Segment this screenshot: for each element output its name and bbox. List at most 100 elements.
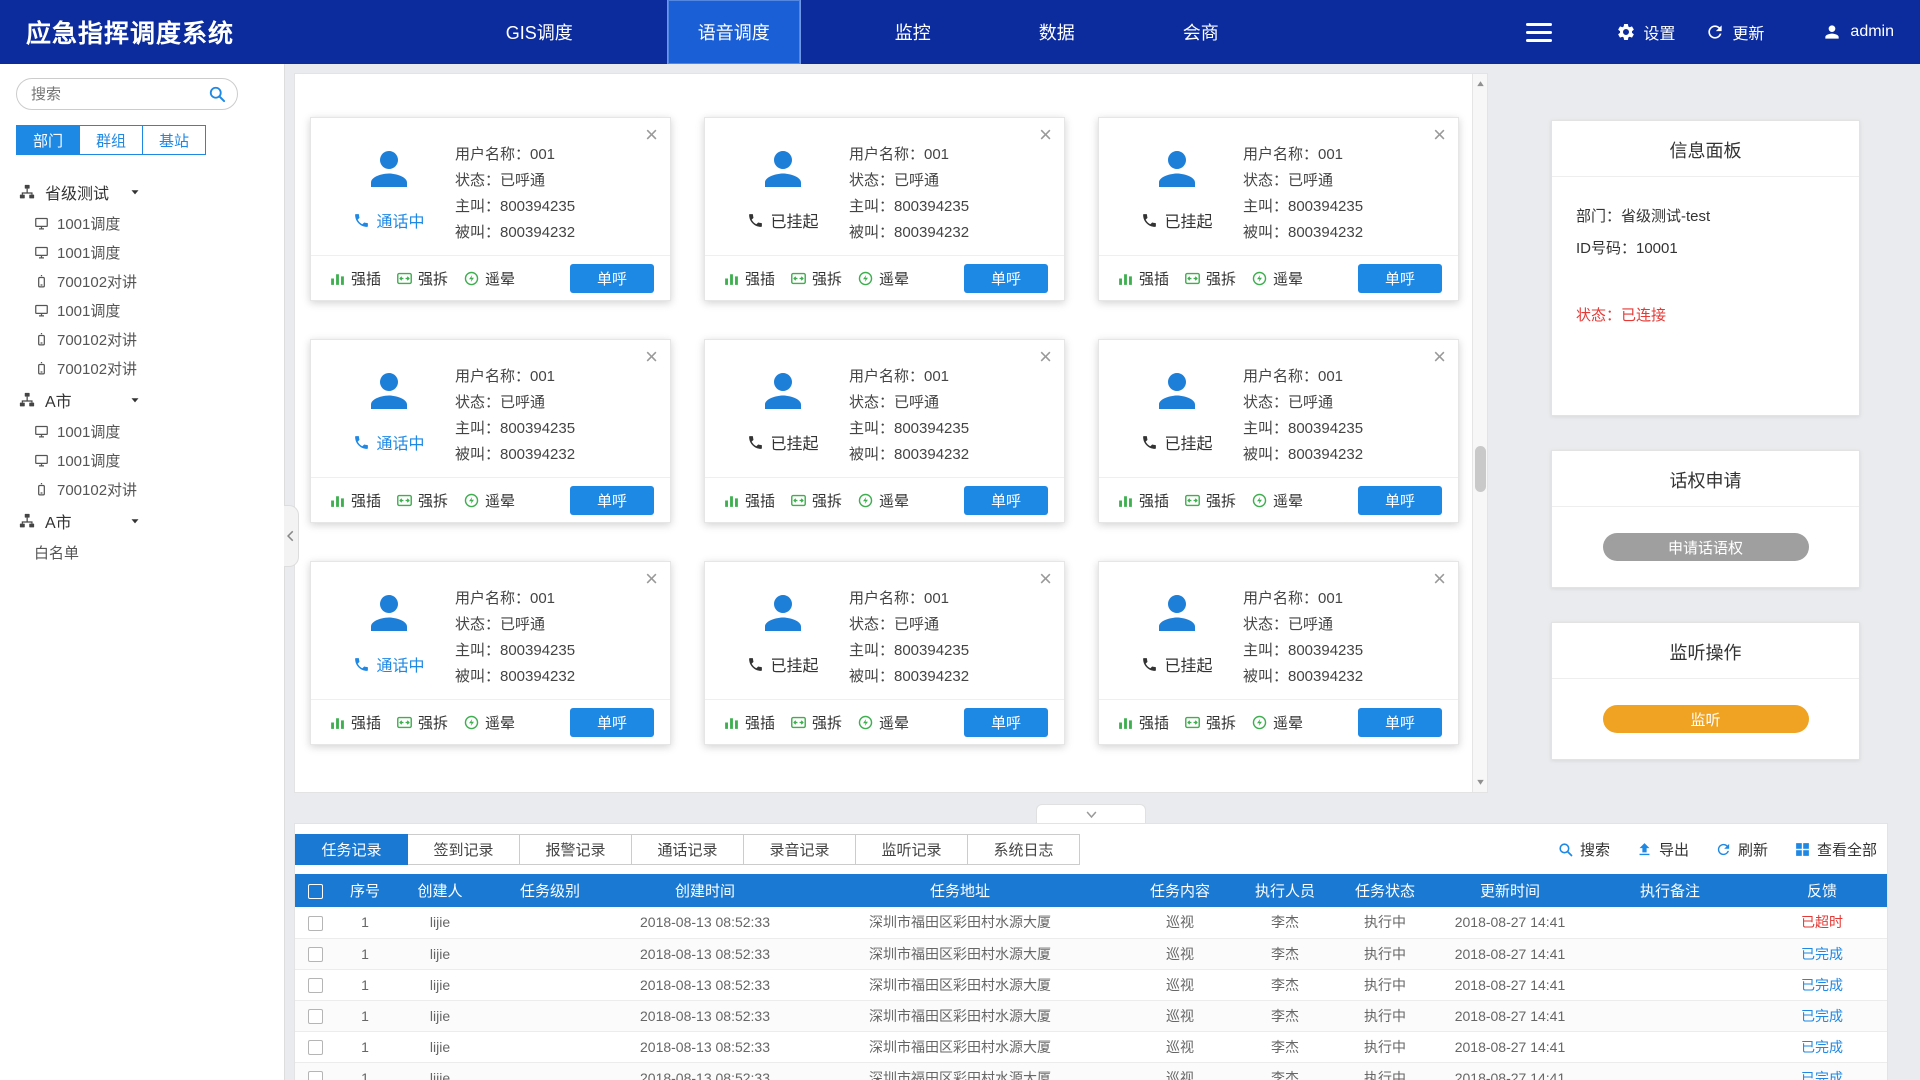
nav-item-数据[interactable]: 数据 (1025, 0, 1089, 64)
remote-stun-button[interactable]: 遥晕 (463, 712, 515, 733)
single-call-button[interactable]: 单呼 (570, 486, 654, 515)
request-floor-button[interactable]: 申请话语权 (1603, 533, 1809, 561)
row-checkbox[interactable] (308, 916, 323, 931)
force-insert-button[interactable]: 强插 (329, 490, 381, 511)
close-icon[interactable]: × (1433, 344, 1446, 370)
feedback-link[interactable]: 已完成 (1801, 1008, 1843, 1024)
feedback-link[interactable]: 已完成 (1801, 1070, 1843, 1080)
select-all-checkbox[interactable] (308, 884, 323, 899)
scrollbar-thumb[interactable] (1475, 446, 1486, 492)
force-teardown-button[interactable]: 强拆 (790, 712, 842, 733)
record-tab-监听记录[interactable]: 监听记录 (855, 834, 968, 865)
toolbar-view-all-button[interactable]: 查看全部 (1794, 839, 1877, 860)
single-call-button[interactable]: 单呼 (1358, 486, 1442, 515)
feedback-link[interactable]: 已超时 (1801, 914, 1843, 930)
user-menu[interactable]: admin (1822, 22, 1894, 42)
tree-item[interactable]: 700102对讲 (0, 325, 284, 354)
tree-item[interactable]: 700102对讲 (0, 267, 284, 296)
bottom-panel-collapse-button[interactable] (1036, 804, 1146, 823)
row-checkbox[interactable] (308, 1040, 323, 1055)
monitor-button[interactable]: 监听 (1603, 705, 1809, 733)
tree-item[interactable]: 白名单 (0, 538, 284, 567)
single-call-button[interactable]: 单呼 (1358, 264, 1442, 293)
feedback-link[interactable]: 已完成 (1801, 1039, 1843, 1055)
force-teardown-button[interactable]: 强拆 (1184, 268, 1236, 289)
close-icon[interactable]: × (645, 344, 658, 370)
force-teardown-button[interactable]: 强拆 (1184, 712, 1236, 733)
tree-item[interactable]: 1001调度 (0, 296, 284, 325)
close-icon[interactable]: × (1433, 566, 1446, 592)
feedback-link[interactable]: 已完成 (1801, 946, 1843, 962)
update-button[interactable]: 更新 (1705, 20, 1764, 44)
close-icon[interactable]: × (1039, 122, 1052, 148)
record-tab-系统日志[interactable]: 系统日志 (967, 834, 1080, 865)
nav-item-监控[interactable]: 监控 (881, 0, 945, 64)
tree-item[interactable]: 1001调度 (0, 417, 284, 446)
row-checkbox[interactable] (308, 1009, 323, 1024)
force-teardown-button[interactable]: 强拆 (1184, 490, 1236, 511)
close-icon[interactable]: × (1433, 122, 1446, 148)
nav-item-会商[interactable]: 会商 (1169, 0, 1233, 64)
remote-stun-button[interactable]: 遥晕 (1251, 490, 1303, 511)
single-call-button[interactable]: 单呼 (964, 264, 1048, 293)
close-icon[interactable]: × (1039, 344, 1052, 370)
record-tab-报警记录[interactable]: 报警记录 (519, 834, 632, 865)
nav-item-GIS调度[interactable]: GIS调度 (492, 0, 587, 64)
force-teardown-button[interactable]: 强拆 (396, 490, 448, 511)
sidebar-tab-部门[interactable]: 部门 (16, 125, 80, 155)
row-checkbox[interactable] (308, 978, 323, 993)
toolbar-search-button[interactable]: 搜索 (1557, 839, 1610, 860)
sidebar-tab-基站[interactable]: 基站 (142, 125, 206, 155)
tree-item[interactable]: 1001调度 (0, 238, 284, 267)
tree-group[interactable]: 省级测试 (0, 175, 284, 209)
sidebar-tab-群组[interactable]: 群组 (79, 125, 143, 155)
search-input[interactable] (16, 78, 238, 110)
remote-stun-button[interactable]: 遥晕 (857, 490, 909, 511)
scroll-up-icon[interactable] (1474, 77, 1487, 91)
record-tab-签到记录[interactable]: 签到记录 (407, 834, 520, 865)
remote-stun-button[interactable]: 遥晕 (463, 490, 515, 511)
search-icon[interactable] (207, 84, 227, 104)
remote-stun-button[interactable]: 遥晕 (857, 268, 909, 289)
force-insert-button[interactable]: 强插 (723, 712, 775, 733)
toolbar-export-button[interactable]: 导出 (1636, 839, 1689, 860)
close-icon[interactable]: × (1039, 566, 1052, 592)
close-icon[interactable]: × (645, 566, 658, 592)
settings-button[interactable]: 设置 (1616, 20, 1675, 44)
nav-item-语音调度[interactable]: 语音调度 (667, 0, 801, 64)
record-tab-录音记录[interactable]: 录音记录 (743, 834, 856, 865)
force-insert-button[interactable]: 强插 (723, 490, 775, 511)
tree-item[interactable]: 700102对讲 (0, 354, 284, 383)
record-tab-通话记录[interactable]: 通话记录 (631, 834, 744, 865)
force-teardown-button[interactable]: 强拆 (396, 712, 448, 733)
force-insert-button[interactable]: 强插 (329, 268, 381, 289)
single-call-button[interactable]: 单呼 (964, 486, 1048, 515)
toolbar-refresh-button[interactable]: 刷新 (1715, 839, 1768, 860)
force-insert-button[interactable]: 强插 (1117, 490, 1169, 511)
single-call-button[interactable]: 单呼 (570, 708, 654, 737)
remote-stun-button[interactable]: 遥晕 (463, 268, 515, 289)
tree-item[interactable]: 700102对讲 (0, 475, 284, 504)
tree-group[interactable]: A市 (0, 504, 284, 538)
remote-stun-button[interactable]: 遥晕 (1251, 268, 1303, 289)
force-teardown-button[interactable]: 强拆 (396, 268, 448, 289)
force-insert-button[interactable]: 强插 (1117, 268, 1169, 289)
scroll-down-icon[interactable] (1474, 775, 1487, 789)
remote-stun-button[interactable]: 遥晕 (1251, 712, 1303, 733)
tree-item[interactable]: 1001调度 (0, 209, 284, 238)
sidebar-collapse-button[interactable] (284, 505, 299, 567)
single-call-button[interactable]: 单呼 (570, 264, 654, 293)
force-insert-button[interactable]: 强插 (1117, 712, 1169, 733)
force-insert-button[interactable]: 强插 (329, 712, 381, 733)
row-checkbox[interactable] (308, 1071, 323, 1080)
row-checkbox[interactable] (308, 947, 323, 962)
tree-item[interactable]: 1001调度 (0, 446, 284, 475)
single-call-button[interactable]: 单呼 (1358, 708, 1442, 737)
force-teardown-button[interactable]: 强拆 (790, 268, 842, 289)
single-call-button[interactable]: 单呼 (964, 708, 1048, 737)
force-insert-button[interactable]: 强插 (723, 268, 775, 289)
cards-scrollbar[interactable] (1472, 74, 1487, 792)
close-icon[interactable]: × (645, 122, 658, 148)
remote-stun-button[interactable]: 遥晕 (857, 712, 909, 733)
hamburger-menu-icon[interactable] (1526, 23, 1552, 42)
